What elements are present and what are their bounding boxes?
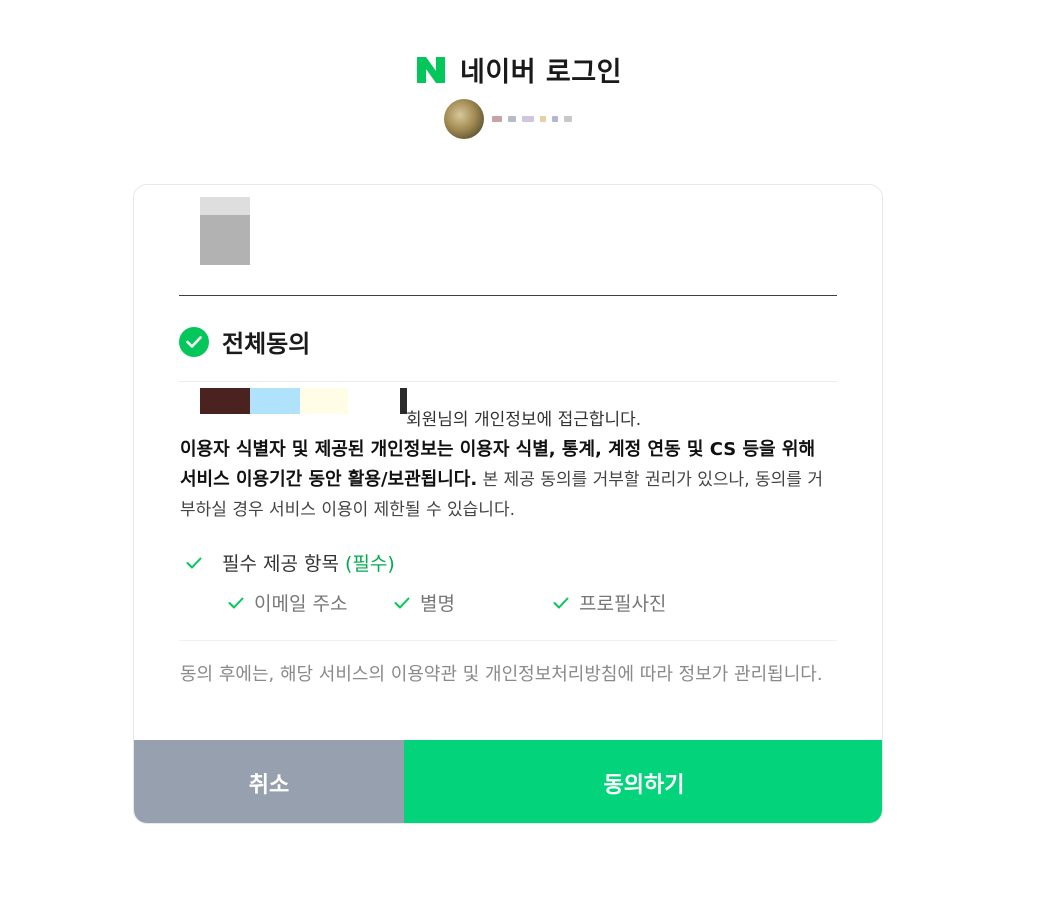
cancel-button[interactable]: 취소 xyxy=(134,740,404,823)
list-item: 이메일 주소 xyxy=(228,589,347,616)
divider xyxy=(179,381,837,382)
item-label: 프로필사진 xyxy=(579,593,667,615)
consent-description: 회원님의 개인정보에 접근합니다. 이용자 식별자 및 제공된 개인정보는 이용… xyxy=(180,405,830,525)
agree-button[interactable]: 동의하기 xyxy=(404,740,882,823)
account-id-masked xyxy=(492,116,572,122)
account-info xyxy=(444,99,572,139)
footer-note: 동의 후에는, 해당 서비스의 이용약관 및 개인정보처리방침에 따라 정보가 … xyxy=(180,664,823,685)
item-label: 이메일 주소 xyxy=(254,593,348,615)
consent-card: 전체동의 회원님의 개인정보에 접근합니다. 이용자 식별자 및 제공된 개인정… xyxy=(133,184,883,824)
agree-all-checkbox[interactable]: 전체동의 xyxy=(179,324,310,359)
required-items-list: 이메일 주소 별명 프로필사진 xyxy=(228,589,828,619)
page-title: 네이버 로그인 xyxy=(460,57,622,88)
required-items-header: 필수 제공 항목 (필수) xyxy=(186,549,395,576)
check-icon xyxy=(394,592,410,614)
intro-text: 회원님의 개인정보에 접근합니다. xyxy=(406,410,642,430)
check-circle-icon xyxy=(179,326,209,357)
check-icon xyxy=(228,592,244,614)
divider xyxy=(179,295,837,296)
check-icon xyxy=(186,552,202,574)
check-icon xyxy=(553,592,569,614)
required-label: 필수 제공 항목 xyxy=(222,553,339,575)
app-icon xyxy=(200,197,250,265)
required-tag: (필수) xyxy=(344,553,395,575)
list-item: 프로필사진 xyxy=(553,589,666,616)
avatar xyxy=(444,99,484,139)
agree-all-label: 전체동의 xyxy=(222,330,311,358)
login-header: 네이버 로그인 xyxy=(0,50,1038,89)
naver-logo-icon xyxy=(416,56,446,83)
divider xyxy=(179,640,837,641)
list-item: 별명 xyxy=(394,589,455,616)
item-label: 별명 xyxy=(420,593,455,615)
